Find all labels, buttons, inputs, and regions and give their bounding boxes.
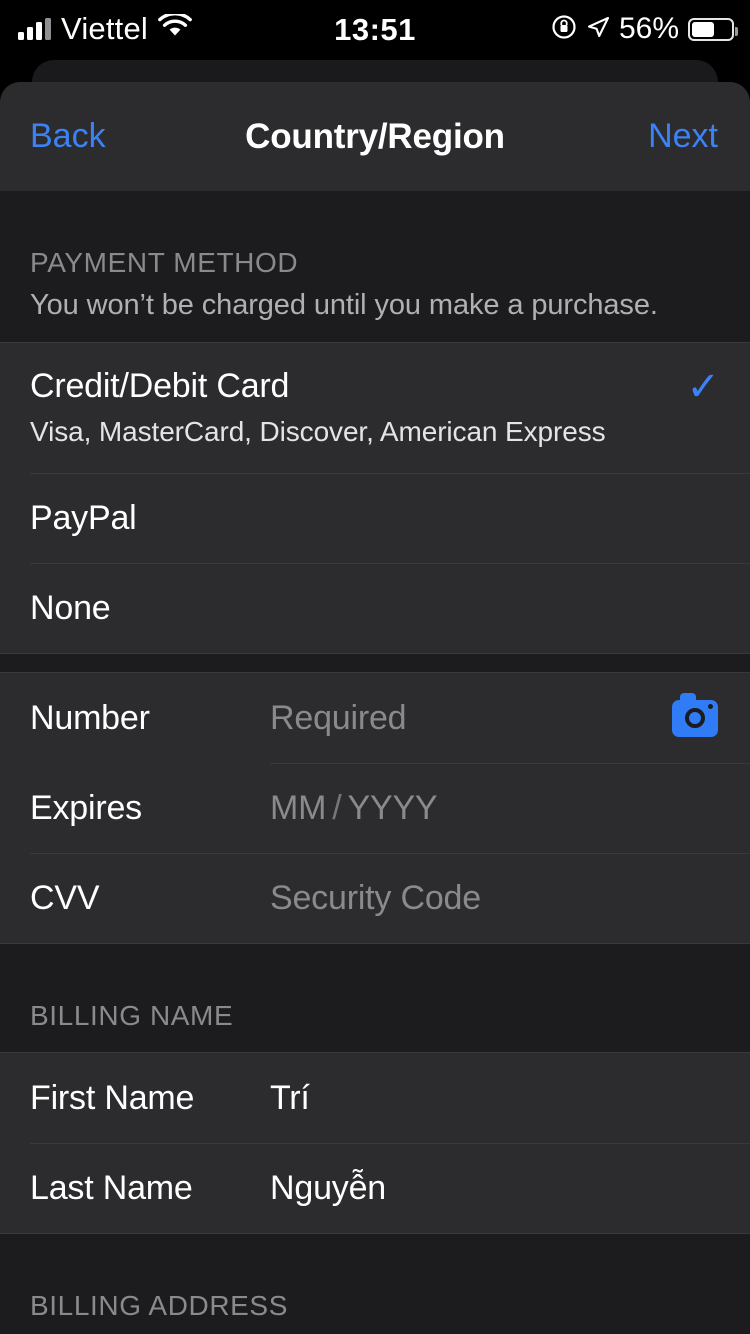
- rotation-lock-icon: [551, 14, 577, 45]
- row-separator: [30, 563, 750, 564]
- last-name-row[interactable]: Last Name Nguyễn: [0, 1143, 750, 1233]
- card-details-group: Number Required Expires MM / YYYY CVV Secu…: [0, 672, 750, 944]
- card-cvv-row[interactable]: CVV Security Code: [0, 853, 750, 943]
- first-name-row[interactable]: First Name Trí: [0, 1053, 750, 1143]
- expires-year-placeholder: YYYY: [347, 788, 438, 827]
- camera-icon[interactable]: [672, 692, 718, 737]
- card-expires-input[interactable]: MM / YYYY: [270, 789, 720, 828]
- status-bar-right: 56%: [551, 12, 738, 46]
- paypal-option-label: PayPal: [30, 498, 137, 537]
- card-cvv-input[interactable]: Security Code: [270, 879, 720, 918]
- last-name-label: Last Name: [30, 1168, 193, 1207]
- battery-percent-label: 56%: [618, 12, 679, 45]
- payment-method-header-subtitle: You won’t be charged until you make a pu…: [30, 289, 658, 321]
- row-separator: [270, 763, 750, 764]
- row-separator: [30, 853, 750, 854]
- billing-name-group: First Name Trí Last Name Nguyễn: [0, 1052, 750, 1234]
- first-name-label: First Name: [30, 1078, 195, 1117]
- billing-name-header-label: BILLING NAME: [30, 1000, 234, 1031]
- billing-address-header-label: BILLING ADDRESS: [30, 1290, 288, 1321]
- next-button[interactable]: Next: [648, 117, 718, 156]
- credit-card-option-detail: Visa, MasterCard, Discover, American Exp…: [30, 416, 606, 447]
- payment-option-none[interactable]: None: [0, 563, 750, 653]
- credit-card-option-text: Credit/Debit Card Visa, MasterCard, Disc…: [30, 367, 686, 448]
- section-gap: [0, 654, 750, 672]
- billing-address-section-header: BILLING ADDRESS: [0, 1234, 750, 1334]
- card-number-label: Number: [30, 698, 150, 737]
- checkmark-icon: ✓: [686, 365, 720, 409]
- last-name-input[interactable]: Nguyễn: [270, 1169, 720, 1208]
- billing-name-section-header: BILLING NAME: [0, 944, 750, 1052]
- card-number-row[interactable]: Number Required: [0, 673, 750, 763]
- expires-month-placeholder: MM: [270, 788, 327, 827]
- credit-card-option-label: Credit/Debit Card: [30, 367, 290, 405]
- payment-method-section-header: PAYMENT METHOD You won’t be charged unti…: [0, 191, 750, 342]
- location-arrow-icon: [586, 15, 610, 44]
- status-bar: Viettel 13:51 56%: [0, 0, 750, 60]
- navigation-bar: Back Country/Region Next: [0, 82, 750, 191]
- card-number-input[interactable]: Required: [270, 699, 672, 738]
- battery-icon: [688, 17, 738, 41]
- back-button[interactable]: Back: [30, 117, 106, 156]
- modal-sheet: Back Country/Region Next PAYMENT METHOD …: [0, 82, 750, 1334]
- payment-method-group: Credit/Debit Card Visa, MasterCard, Disc…: [0, 342, 750, 654]
- phone-screen: Viettel 13:51 56% Back Country/Region Ne…: [0, 0, 750, 1334]
- expires-separator: /: [332, 788, 342, 827]
- card-expires-label: Expires: [30, 788, 142, 827]
- card-expires-row[interactable]: Expires MM / YYYY: [0, 763, 750, 853]
- card-cvv-label: CVV: [30, 878, 100, 917]
- payment-method-header-label: PAYMENT METHOD: [30, 247, 299, 278]
- row-separator: [30, 1143, 750, 1144]
- none-option-label: None: [30, 588, 111, 627]
- payment-option-credit-debit-card[interactable]: Credit/Debit Card Visa, MasterCard, Disc…: [0, 343, 750, 473]
- row-separator: [30, 473, 750, 474]
- page-title: Country/Region: [245, 116, 505, 156]
- form-content: PAYMENT METHOD You won’t be charged unti…: [0, 191, 750, 1334]
- first-name-input[interactable]: Trí: [270, 1079, 720, 1118]
- payment-option-paypal[interactable]: PayPal: [0, 473, 750, 563]
